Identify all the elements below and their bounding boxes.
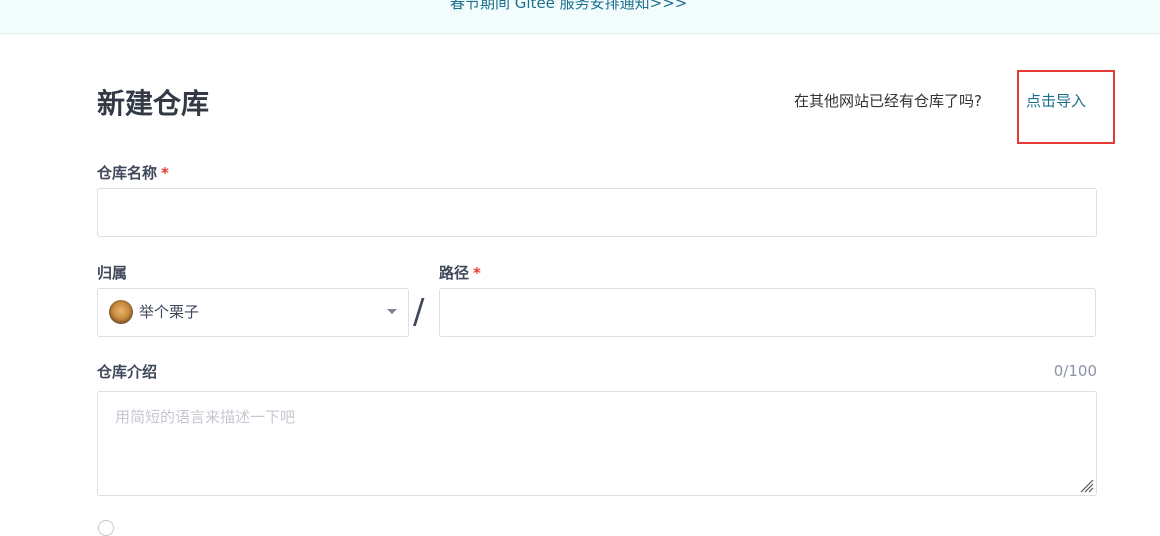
path-label-text: 路径 bbox=[439, 264, 470, 282]
page-title: 新建仓库 bbox=[97, 87, 210, 120]
notice-bar: 春节期间 Gitee 服务安排通知>>> bbox=[0, 0, 1160, 34]
owner-label: 归属 bbox=[97, 264, 128, 282]
repo-name-label-text: 仓库名称 bbox=[97, 164, 158, 182]
path-separator: / bbox=[413, 292, 425, 332]
required-mark: * bbox=[161, 164, 169, 182]
resize-grip-icon[interactable] bbox=[1078, 477, 1094, 493]
radio-button[interactable] bbox=[98, 520, 114, 536]
path-input[interactable] bbox=[439, 288, 1096, 337]
required-mark: * bbox=[473, 264, 481, 282]
description-counter: 0/100 bbox=[1053, 362, 1097, 380]
owner-avatar bbox=[109, 300, 133, 324]
caret-down-icon bbox=[387, 309, 397, 314]
import-question: 在其他网站已经有仓库了吗? bbox=[794, 92, 982, 110]
highlight-box bbox=[1017, 70, 1115, 144]
notice-link[interactable]: 春节期间 Gitee 服务安排通知>>> bbox=[450, 0, 687, 13]
description-label: 仓库介绍 bbox=[97, 363, 158, 381]
owner-select[interactable]: 举个栗子 bbox=[97, 288, 409, 337]
repo-name-label: 仓库名称 * bbox=[97, 162, 169, 183]
owner-selected-value: 举个栗子 bbox=[139, 303, 200, 321]
description-textarea[interactable] bbox=[97, 391, 1097, 496]
path-label: 路径 * bbox=[439, 262, 481, 283]
repo-name-input[interactable] bbox=[97, 188, 1097, 237]
